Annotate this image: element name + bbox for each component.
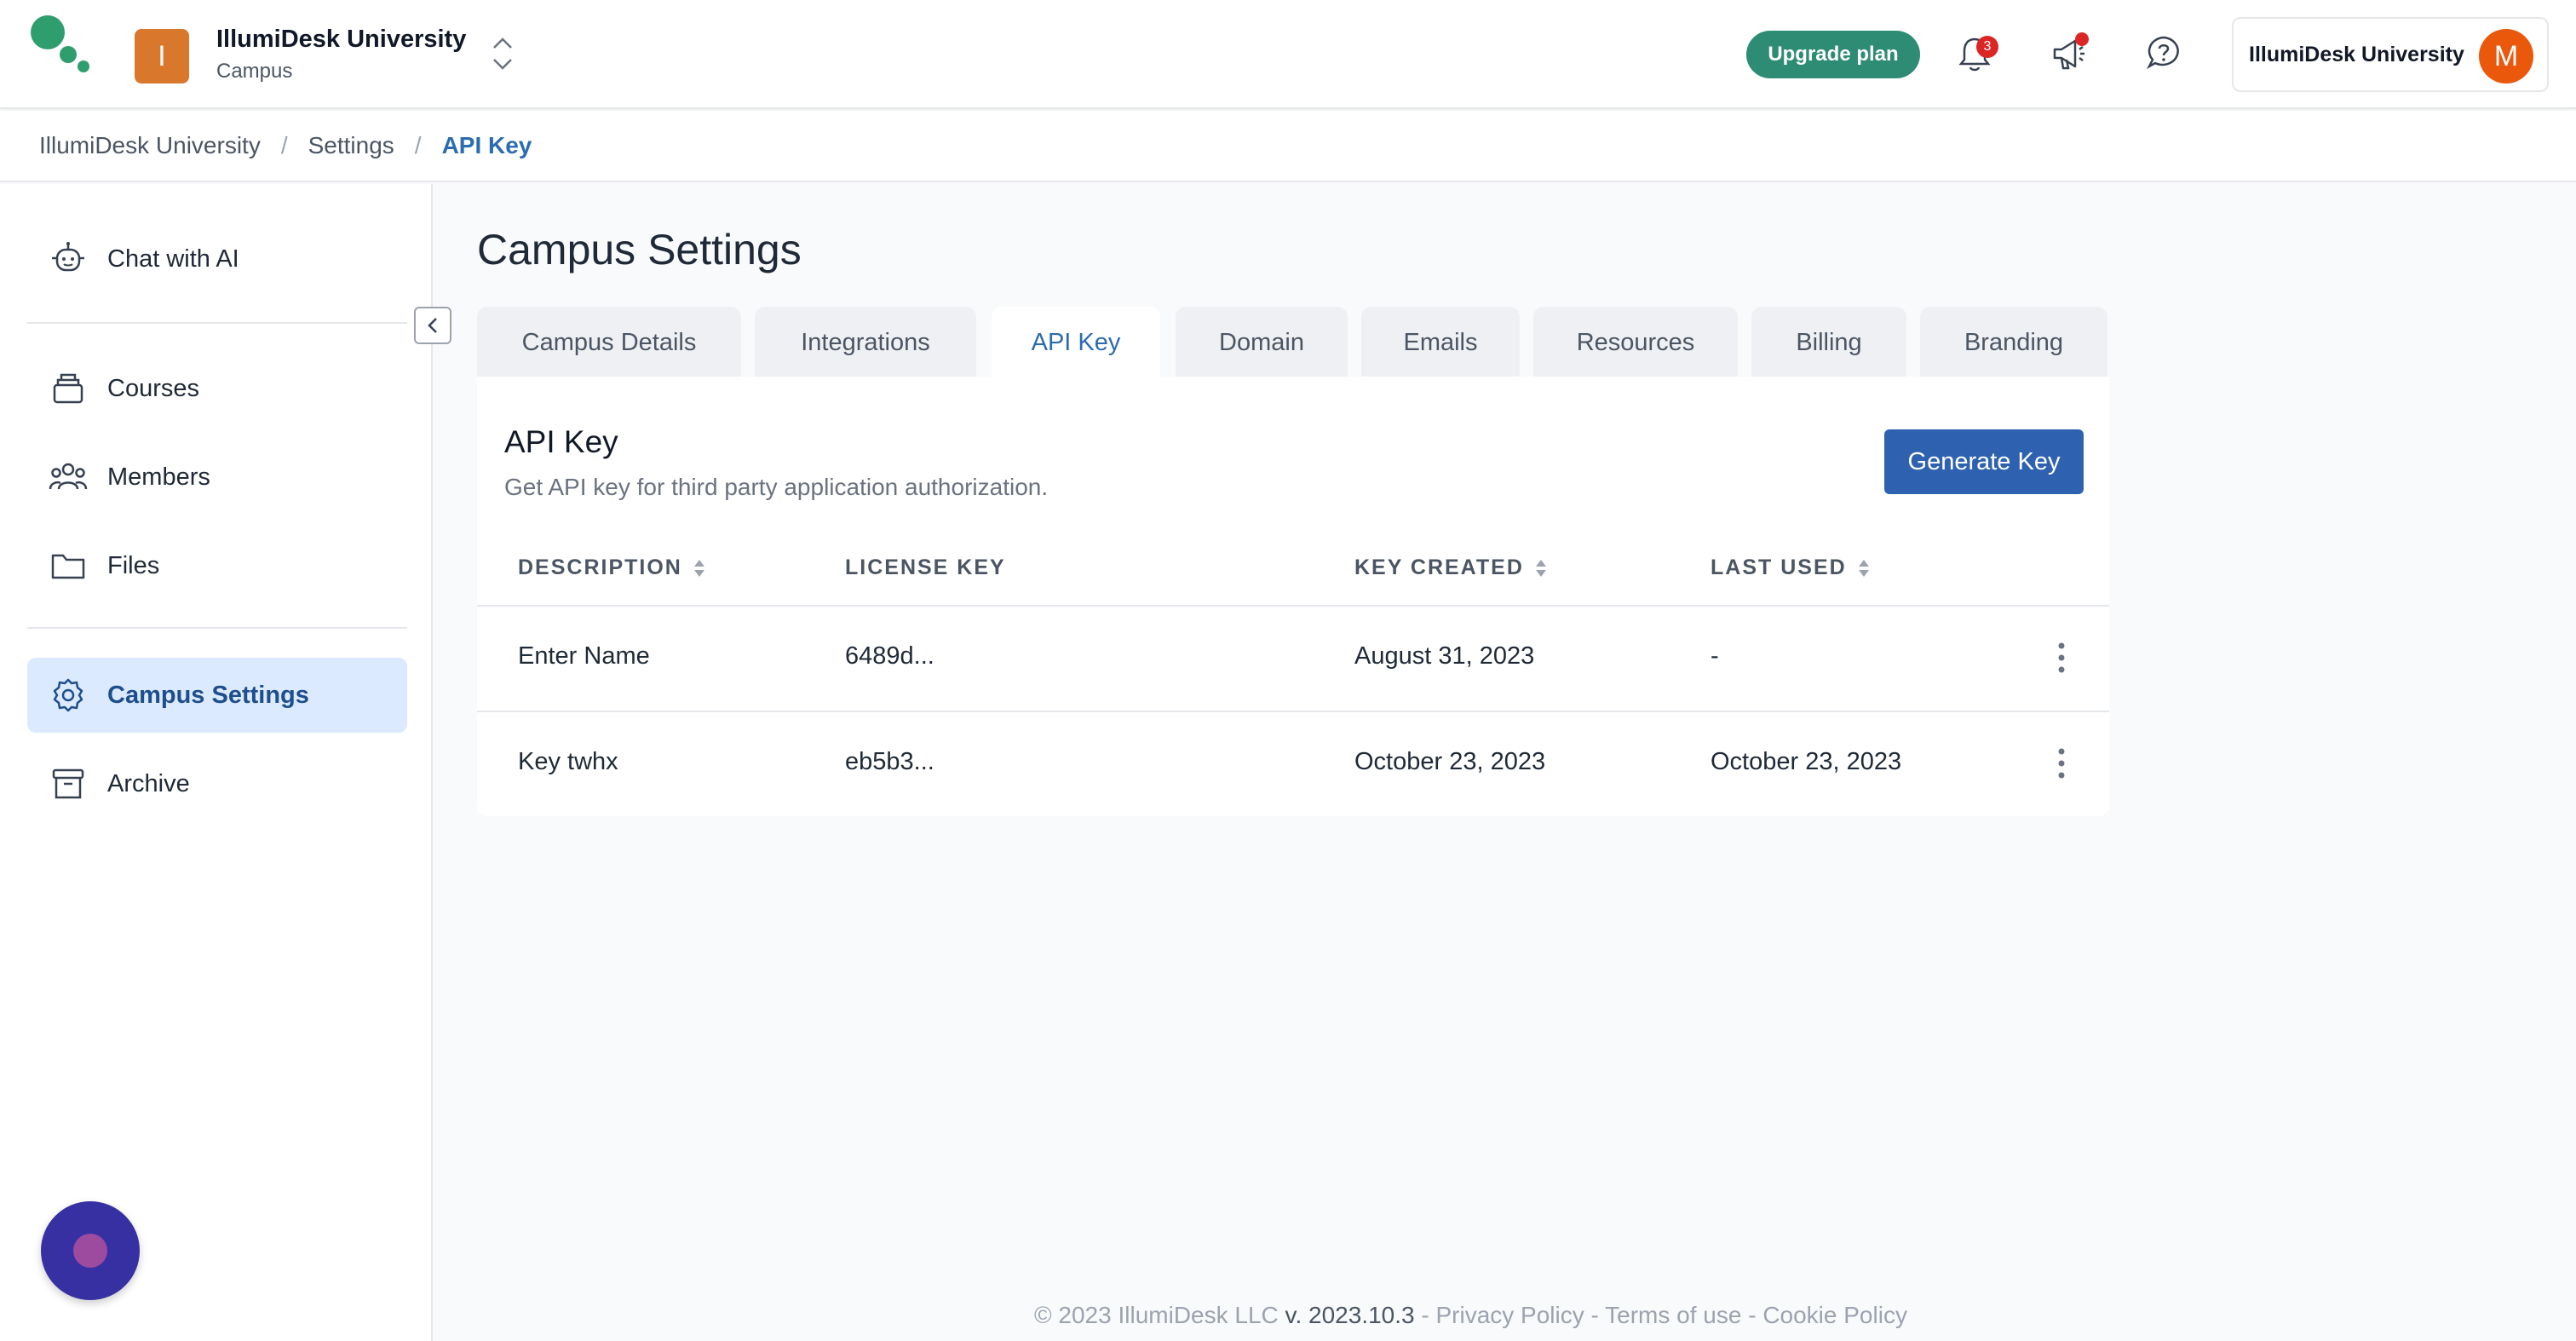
column-header-description[interactable]: DESCRIPTION (518, 555, 706, 580)
upgrade-plan-button[interactable]: Upgrade plan (1746, 31, 1920, 78)
divider (27, 627, 407, 629)
notification-badge: 3 (1976, 36, 1998, 58)
help-button[interactable] (2142, 31, 2186, 75)
column-header-label: KEY CREATED (1354, 555, 1524, 579)
footer-copyright: © 2023 IllumiDesk LLC (1034, 1302, 1279, 1328)
tab-api-key[interactable]: API Key (992, 307, 1160, 378)
chevron-updown-icon[interactable] (491, 32, 515, 73)
org-name[interactable]: IllumiDesk University (216, 26, 466, 54)
column-header-label: LICENSE KEY (845, 555, 1006, 579)
sidebar-item-courses[interactable]: Courses (27, 351, 407, 426)
chat-icon (73, 1234, 107, 1268)
card-title: API Key (504, 424, 618, 459)
cookie-policy-link[interactable]: Cookie Policy (1762, 1302, 1907, 1328)
folder-icon (48, 545, 89, 586)
table-cell-last-used: October 23, 2023 (1711, 748, 1902, 775)
table-cell-created: October 23, 2023 (1354, 748, 1546, 775)
sidebar: Chat with AI Courses Members Files Campu… (0, 184, 433, 1341)
sidebar-item-chat-with-ai[interactable]: Chat with AI (27, 222, 407, 296)
breadcrumb-item-university[interactable]: IllumiDesk University (39, 132, 261, 159)
tab-billing[interactable]: Billing (1751, 307, 1906, 378)
top-bar: I IllumiDesk University Campus Upgrade p… (0, 0, 2576, 109)
tab-campus-details[interactable]: Campus Details (477, 307, 741, 378)
table-cell-last-used: - (1711, 642, 1719, 670)
sidebar-item-members[interactable]: Members (27, 440, 407, 515)
tab-resources[interactable]: Resources (1533, 307, 1738, 378)
sidebar-item-label: Files (107, 551, 160, 579)
sidebar-item-label: Members (107, 463, 210, 491)
sidebar-item-files[interactable]: Files (27, 528, 407, 603)
table-cell-created: August 31, 2023 (1354, 642, 1535, 670)
table-cell-license: 6489d... (845, 642, 934, 670)
footer-separator: - (1741, 1302, 1763, 1328)
archive-icon (48, 763, 89, 804)
tab-domain[interactable]: Domain (1176, 307, 1348, 378)
table-cell-description: Key twhx (518, 748, 618, 775)
column-header-label: DESCRIPTION (518, 555, 682, 579)
sidebar-item-label: Courses (107, 374, 199, 402)
api-key-card: API Key Get API key for third party appl… (477, 377, 2109, 816)
footer-separator: - (1414, 1302, 1436, 1328)
collapse-sidebar-button[interactable] (414, 307, 451, 344)
privacy-policy-link[interactable]: Privacy Policy (1435, 1302, 1584, 1328)
breadcrumb-separator: / (414, 132, 422, 158)
page-title: Campus Settings (477, 226, 802, 273)
tab-integrations[interactable]: Integrations (755, 307, 976, 378)
more-vertical-icon[interactable] (2056, 641, 2067, 675)
footer-separator: - (1584, 1302, 1606, 1328)
divider (27, 322, 407, 324)
chat-launcher-button[interactable] (41, 1201, 140, 1300)
breadcrumb-item-api-key: API Key (441, 132, 532, 158)
user-menu[interactable]: IllumiDesk University M (2232, 17, 2549, 92)
table-cell-license: eb5b3... (845, 748, 934, 775)
sidebar-item-label: Chat with AI (107, 245, 239, 273)
terms-of-use-link[interactable]: Terms of use (1605, 1302, 1741, 1328)
footer: © 2023 IllumiDesk LLC v. 2023.10.3 - Pri… (1034, 1302, 1907, 1329)
chevron-left-icon (428, 318, 437, 333)
breadcrumb: IllumiDesk University / Settings / API K… (0, 111, 2576, 182)
announcement-dot (2075, 32, 2089, 46)
members-icon (48, 457, 89, 498)
sidebar-item-label: Campus Settings (107, 681, 309, 709)
robot-icon (48, 239, 89, 279)
tab-branding[interactable]: Branding (1920, 307, 2107, 378)
tab-emails[interactable]: Emails (1361, 307, 1520, 378)
column-header-label: LAST USED (1711, 555, 1847, 579)
table-divider (477, 711, 2109, 712)
sort-icon (693, 559, 704, 577)
sidebar-item-archive[interactable]: Archive (27, 746, 407, 821)
more-vertical-icon[interactable] (2056, 746, 2067, 780)
sort-icon (1535, 559, 1546, 577)
sort-icon (1858, 559, 1869, 577)
sidebar-item-campus-settings[interactable]: Campus Settings (27, 658, 407, 733)
breadcrumb-item-settings[interactable]: Settings (308, 132, 394, 159)
table-cell-description: Enter Name (518, 642, 650, 670)
avatar: M (2479, 29, 2533, 83)
org-avatar[interactable]: I (135, 29, 189, 83)
org-subtitle: Campus (216, 60, 293, 83)
breadcrumb-separator: / (280, 132, 288, 158)
help-icon (2147, 36, 2179, 70)
column-header-license-key: LICENSE KEY (845, 555, 1006, 580)
user-name: IllumiDesk University (2249, 43, 2464, 66)
logo-icon[interactable] (29, 14, 97, 75)
table-divider (477, 605, 2109, 607)
courses-icon (48, 368, 89, 409)
sidebar-item-label: Archive (107, 769, 190, 797)
column-header-last-used[interactable]: LAST USED (1711, 555, 1871, 580)
column-header-key-created[interactable]: KEY CREATED (1354, 555, 1548, 580)
generate-key-button[interactable]: Generate Key (1884, 429, 2084, 494)
card-subtitle: Get API key for third party application … (504, 474, 1049, 500)
gear-icon (48, 675, 89, 716)
footer-version: v. 2023.10.3 (1285, 1302, 1415, 1328)
